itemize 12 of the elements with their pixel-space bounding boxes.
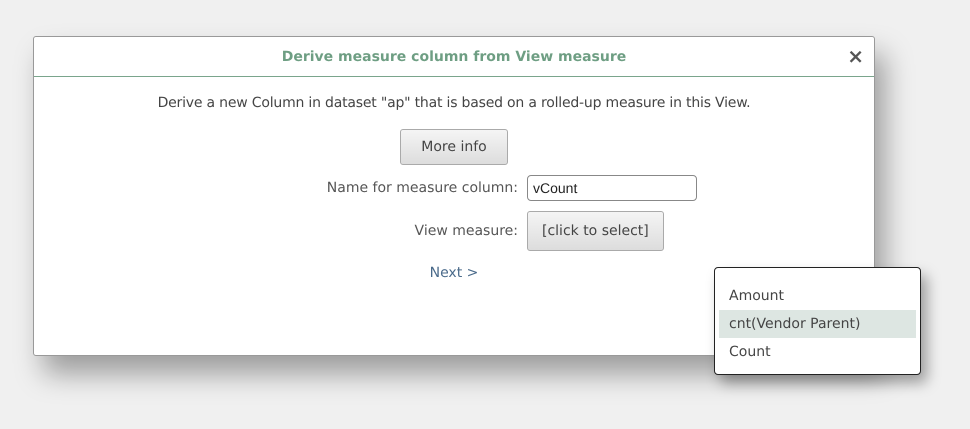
more-info-button[interactable]: More info (400, 129, 508, 165)
description-text: Derive a new Column in dataset "ap" that is based on a rolled-up measure in this View. (156, 95, 752, 111)
field-label: View measure: (414, 223, 518, 239)
menu-item[interactable]: Count (719, 338, 916, 366)
dialog-title: Derive measure column from View measure (282, 48, 626, 64)
field-label: Name for measure column: (326, 180, 518, 196)
close-button[interactable]: × (847, 46, 864, 66)
select-button[interactable]: [click to select] (527, 211, 664, 251)
menu-item[interactable]: cnt(Vendor Parent) (719, 310, 916, 338)
menu-item[interactable]: Amount (719, 282, 916, 310)
input-field[interactable]: vCount (527, 175, 697, 201)
next-link[interactable]: Next > (430, 265, 478, 281)
